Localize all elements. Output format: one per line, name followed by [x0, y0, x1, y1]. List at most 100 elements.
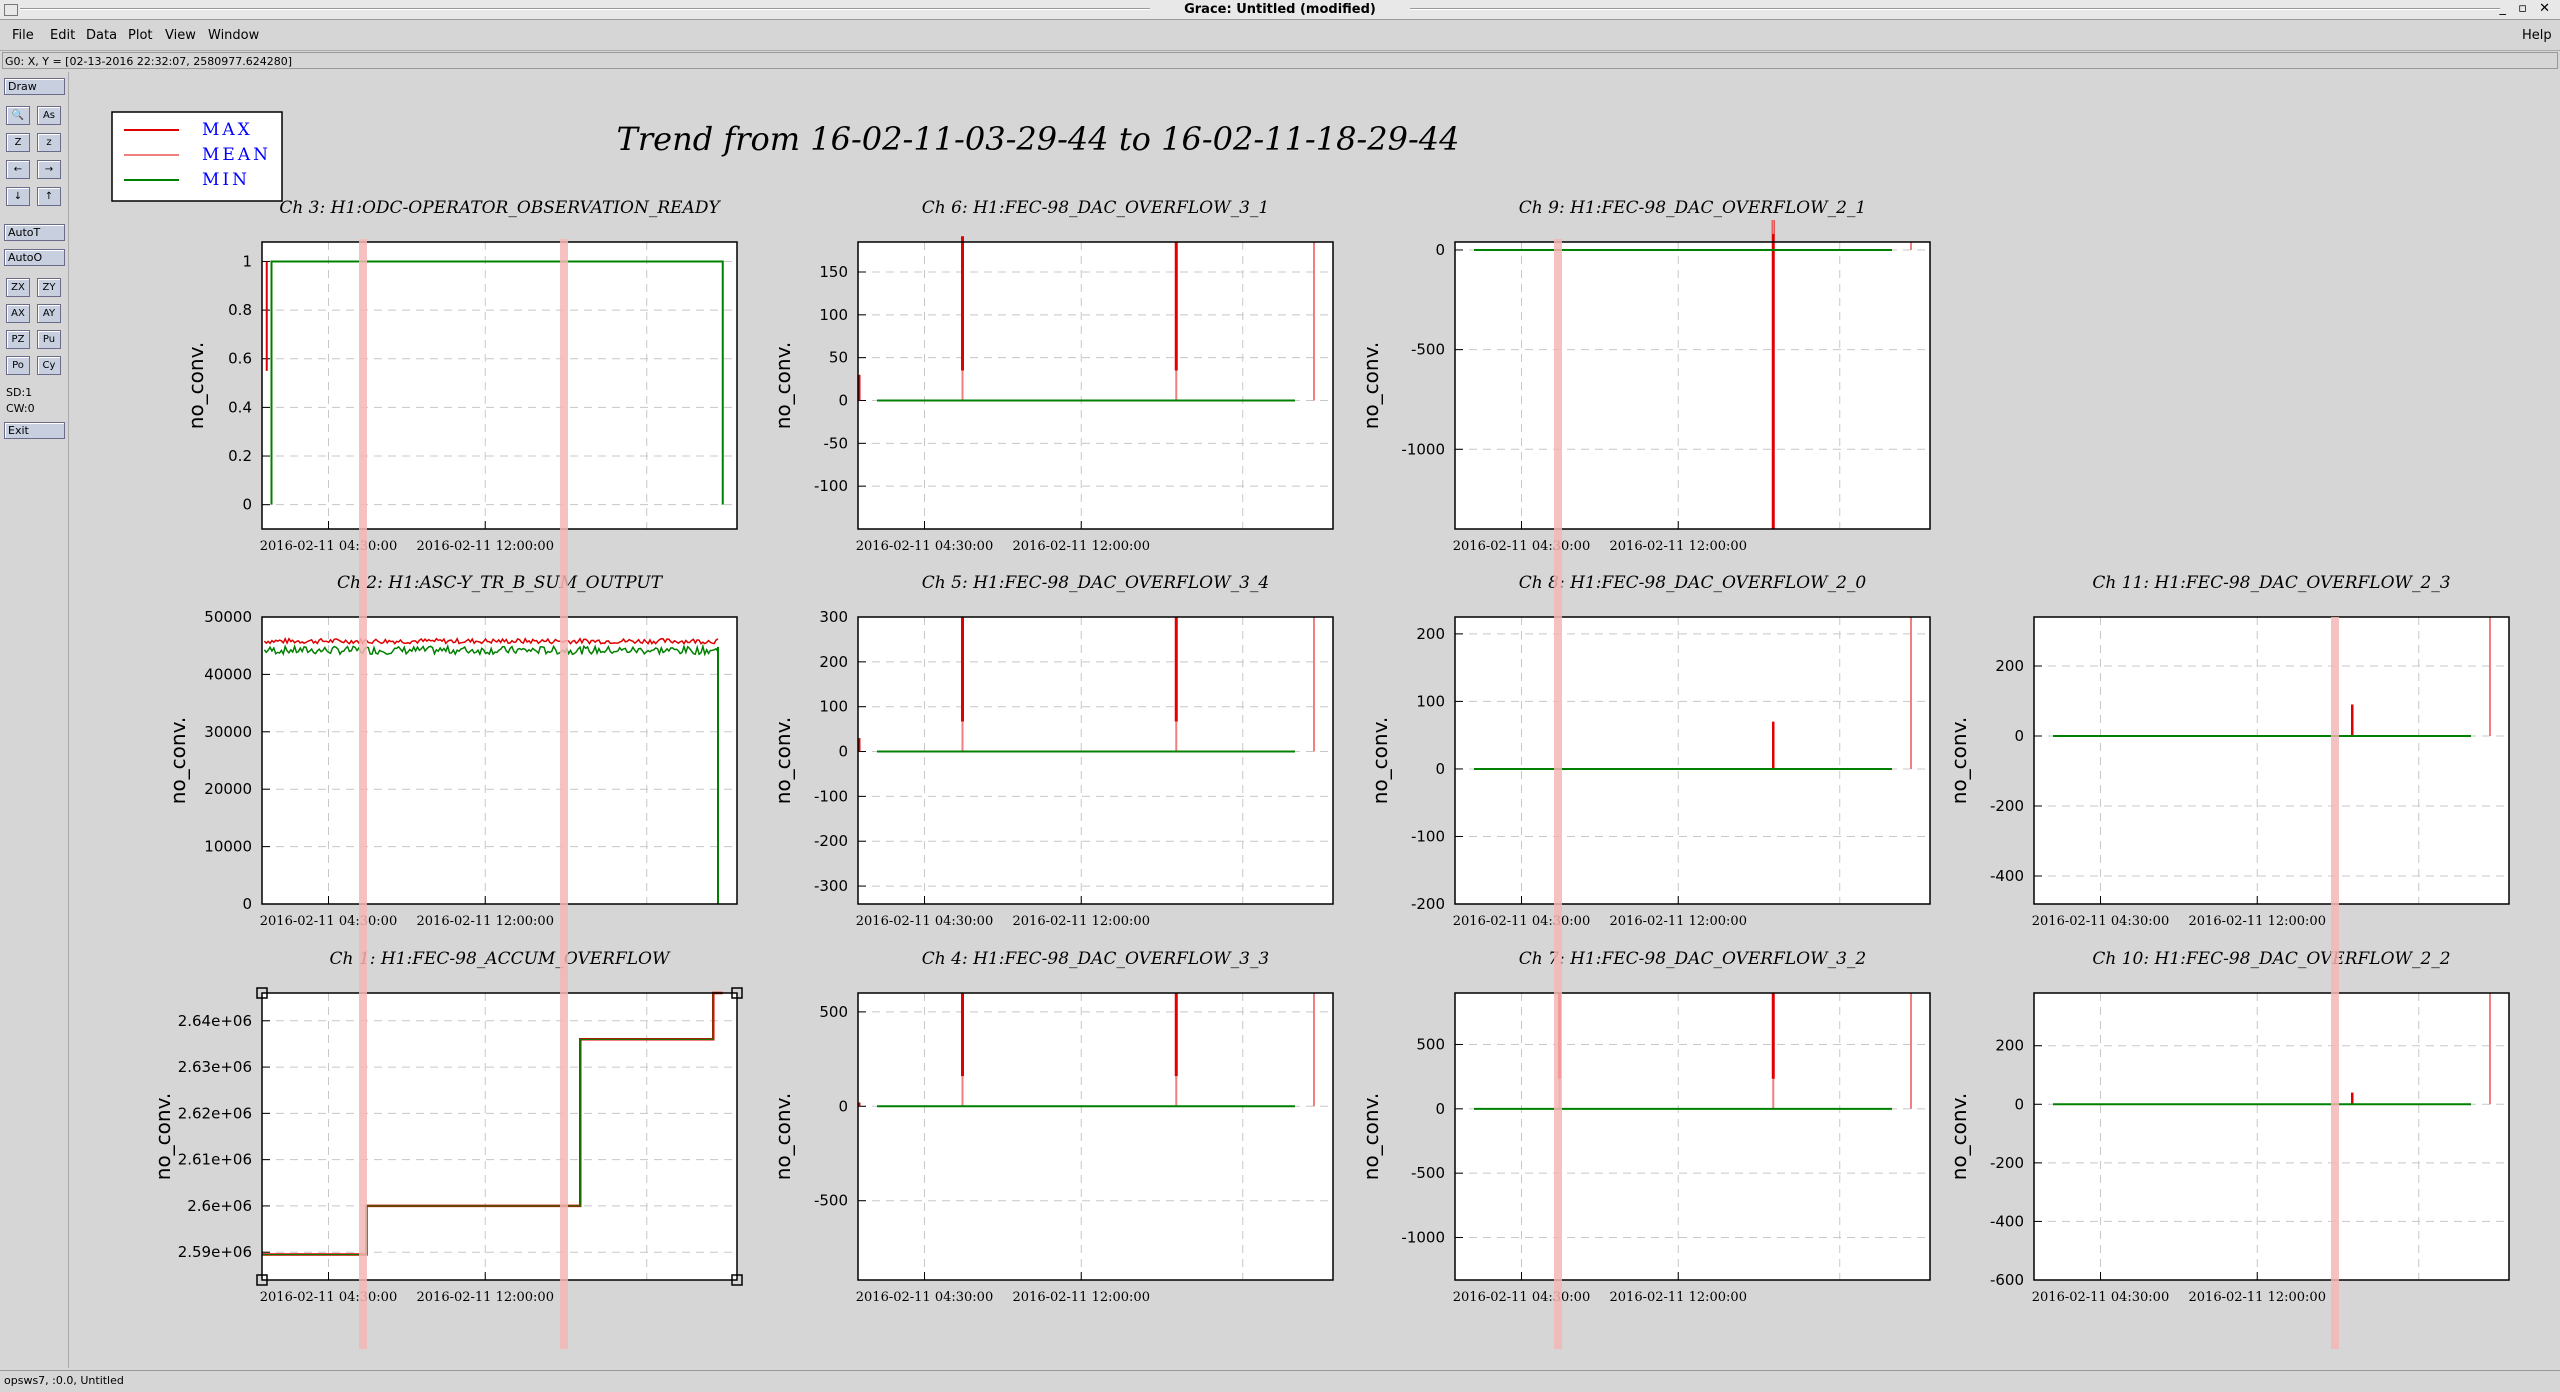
window-titlebar[interactable]: Grace: Untitled (modified) _ ▫ ✕ [0, 0, 2560, 20]
y-tick-label: -400 [1990, 867, 2024, 885]
y-tick-label: -200 [814, 832, 848, 850]
y-tick-label: 2.63e+06 [178, 1058, 252, 1076]
tool-tb-pairs2-2-0-button[interactable]: PZ [6, 330, 30, 349]
y-tick-label: 100 [1416, 692, 1445, 710]
y-tick-label: -400 [1990, 1212, 2024, 1230]
draw-button[interactable]: Draw [4, 78, 65, 95]
tool-tb-pairs2-0-1-button[interactable]: ZY [37, 278, 61, 297]
tool-tb-pairs2-1-1-button[interactable]: AY [37, 304, 61, 323]
menu-view[interactable]: View [165, 28, 196, 43]
y-tick-label: -100 [814, 787, 848, 805]
exit-button[interactable]: Exit [4, 422, 65, 439]
plot-canvas[interactable]: MAX MEAN MIN Trend from 16-02-11-03-29-44 … [69, 72, 2560, 1368]
y-tick-label: -50 [824, 434, 849, 452]
y-tick-label: -200 [1990, 1154, 2024, 1172]
tool-tb-pairs1-1-0-button[interactable]: Z [6, 133, 30, 152]
tool-tb-pairs1-2-1-button[interactable]: → [37, 160, 61, 179]
autoscale-on-button[interactable]: AutoO [4, 249, 65, 266]
time-marker-band [560, 239, 568, 1349]
tool-tb-pairs2-1-0-button[interactable]: AX [6, 304, 30, 323]
y-axis-label: no_conv. [1359, 342, 1383, 429]
current-world-label: CW:0 [6, 402, 35, 415]
y-axis-label: no_conv. [1947, 717, 1971, 804]
x-tick-label: 2016-02-11 04:30:00 [856, 539, 993, 554]
y-tick-label: 200 [1995, 1037, 2024, 1055]
tool-tb-pairs1-2-0-button[interactable]: ← [6, 160, 30, 179]
plot-frame-bg [858, 993, 1333, 1280]
x-tick-label: 2016-02-11 04:30:00 [1453, 914, 1590, 929]
plot-panel-9[interactable]: -1000 -500 0 500 2016-02-11 04:30:00 2016-02-… [1359, 949, 1931, 1305]
plot-title: Ch 7: H1:FEC-98_DAC_OVERFLOW_3_2 [1519, 949, 1866, 969]
x-tick-label: 2016-02-11 12:00:00 [417, 1290, 554, 1305]
autoscale-ticks-button[interactable]: AutoT [4, 224, 65, 241]
x-tick-label: 2016-02-11 12:00:00 [2189, 1290, 2326, 1305]
window-title: Grace: Untitled (modified) [1150, 2, 1410, 17]
x-tick-label: 2016-02-11 04:30:00 [2032, 914, 2169, 929]
graph-area[interactable]: MAX MEAN MIN Trend from 16-02-11-03-29-44 … [69, 72, 2560, 1368]
x-tick-label: 2016-02-11 04:30:00 [1453, 1290, 1590, 1305]
menu-window[interactable]: Window [208, 28, 259, 43]
plot-panel-0[interactable]: 0 0.2 0.4 0.6 0.8 1 2016-02-11 04:30:00 2016-02… [184, 198, 738, 554]
plot-panel-6[interactable]: -400 -200 0 200 2016-02-11 04:30:00 2016-02-1… [1947, 573, 2510, 929]
menu-file[interactable]: File [12, 28, 34, 43]
y-axis-label: no_conv. [1947, 1093, 1971, 1180]
x-tick-label: 2016-02-11 04:30:00 [260, 914, 397, 929]
plot-frame-bg [858, 617, 1333, 904]
legend: MAX MEAN MIN [111, 111, 283, 202]
plot-panel-4[interactable]: -300 -200 -100 0 100 200 300 2016-02-11 04:30:0… [771, 573, 1334, 929]
y-axis-label: no_conv. [184, 342, 208, 429]
y-tick-label: -200 [1411, 895, 1445, 913]
window-menu-icon[interactable] [4, 4, 18, 16]
y-tick-label: 2.59e+06 [178, 1243, 252, 1261]
tool-tb-pairs2-3-0-button[interactable]: Po [6, 356, 30, 375]
y-tick-label: 2.6e+06 [187, 1197, 252, 1215]
plot-title: Ch 9: H1:FEC-98_DAC_OVERFLOW_2_1 [1519, 198, 1866, 218]
x-tick-label: 2016-02-11 12:00:00 [1013, 914, 1150, 929]
legend-label-mean: MEAN [202, 145, 271, 165]
tool-tb-pairs2-0-0-button[interactable]: ZX [6, 278, 30, 297]
status-bar: opsws7, :0.0, Untitled [0, 1370, 2560, 1392]
y-tick-label: -1000 [1401, 1229, 1445, 1247]
legend-label-max: MAX [202, 120, 253, 140]
y-tick-label: 100 [819, 698, 848, 716]
time-marker-band [359, 239, 367, 1349]
tool-tb-pairs1-3-1-button[interactable]: ↑ [37, 187, 61, 206]
plot-panel-2[interactable]: -1000 -500 0 2016-02-11 04:30:00 2016-02-11 … [1359, 198, 1931, 554]
x-tick-label: 2016-02-11 12:00:00 [417, 914, 554, 929]
plot-panel-5[interactable]: -200 -100 0 100 200 2016-02-11 04:30:00 2016-0… [1368, 573, 1931, 929]
window-controls[interactable]: _ ▫ ✕ [2500, 1, 2554, 16]
plot-title: Ch 2: H1:ASC-Y_TR_B_SUM_OUTPUT [337, 573, 664, 593]
plot-panel-1[interactable]: -100 -50 0 50 100 150 2016-02-11 04:30:00 2016-… [771, 198, 1334, 554]
plot-frame-bg [1455, 617, 1930, 904]
tool-tb-pairs2-3-1-button[interactable]: Cy [37, 356, 61, 375]
x-tick-label: 2016-02-11 04:30:00 [856, 914, 993, 929]
y-tick-label: 2.64e+06 [178, 1012, 252, 1030]
tool-tb-pairs1-0-1-button[interactable]: As [37, 106, 61, 125]
x-tick-label: 2016-02-11 12:00:00 [1013, 1290, 1150, 1305]
plot-panel-7[interactable]: 2.59e+06 2.6e+06 2.61e+06 2.62e+06 2.63e+06 2… [151, 949, 743, 1305]
plot-panel-10[interactable]: -600 -400 -200 0 200 2016-02-11 04:30:00 2016-… [1947, 949, 2510, 1305]
y-axis-label: no_conv. [771, 717, 795, 804]
plot-panel-3[interactable]: 0 10000 20000 30000 40000 50000 2016-02-11 04:… [166, 573, 738, 929]
y-axis-label: no_conv. [771, 342, 795, 429]
y-tick-label: -300 [814, 877, 848, 895]
y-tick-label: 200 [1995, 657, 2024, 675]
x-tick-label: 2016-02-11 12:00:00 [1610, 914, 1747, 929]
tool-tb-pairs2-2-1-button[interactable]: Pu [37, 330, 61, 349]
tool-tb-pairs1-1-1-button[interactable]: z [37, 133, 61, 152]
tool-tb-pairs1-3-0-button[interactable]: ↓ [6, 187, 30, 206]
x-tick-label: 2016-02-11 04:30:00 [260, 539, 397, 554]
menu-help[interactable]: Help [2522, 28, 2552, 43]
menu-data[interactable]: Data [86, 28, 117, 43]
y-tick-label: 0 [242, 895, 252, 913]
y-axis-label: no_conv. [166, 717, 190, 804]
menu-plot[interactable]: Plot [128, 28, 153, 43]
x-tick-label: 2016-02-11 12:00:00 [1610, 1290, 1747, 1305]
plot-panel-8[interactable]: -500 0 500 2016-02-11 04:30:00 2016-02-11 12… [771, 949, 1334, 1305]
menu-edit[interactable]: Edit [50, 28, 75, 43]
x-tick-label: 2016-02-11 04:30:00 [2032, 1290, 2169, 1305]
y-tick-label: -500 [814, 1192, 848, 1210]
y-tick-label: 0.4 [228, 398, 252, 416]
tool-tb-pairs1-0-0-button[interactable]: 🔍 [6, 106, 30, 125]
plot-title: Ch 1: H1:FEC-98_ACCUM_OVERFLOW [330, 949, 671, 969]
